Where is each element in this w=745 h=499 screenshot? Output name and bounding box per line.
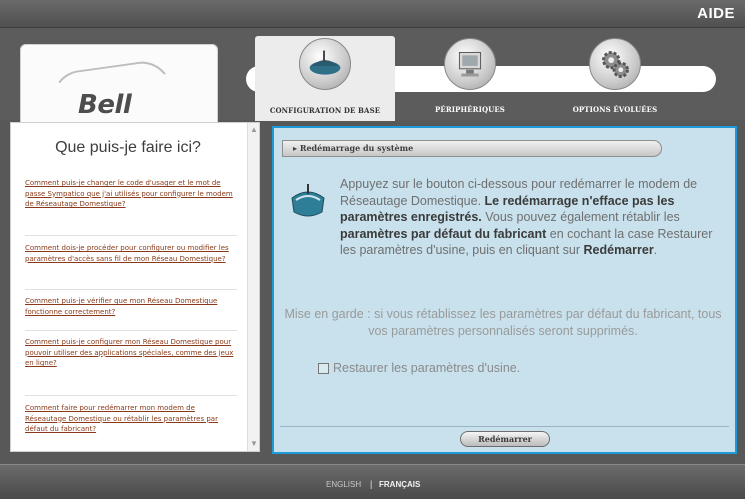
gears-icon — [589, 38, 641, 90]
desc-text: . — [653, 243, 658, 257]
tab-label: CONFIGURATION DE BASE — [269, 106, 381, 115]
tab-peripheriques[interactable]: PÉRIPHÉRIQUES — [400, 36, 540, 120]
faq-link[interactable]: Comment puis-je vérifier que mon Réseau … — [25, 296, 237, 317]
tab-configuration-de-base[interactable]: CONFIGURATION DE BASE — [255, 36, 395, 121]
monitor-icon — [444, 38, 496, 90]
language-separator: | — [370, 479, 373, 489]
footer: ENGLISH | FRANÇAIS — [0, 464, 745, 499]
faq-link[interactable]: Comment puis-je changer le code d'usager… — [25, 178, 237, 210]
help-sidebar: Que puis-je faire ici? Comment puis-je c… — [10, 122, 260, 452]
faq-link[interactable]: Comment dois-je procéder pour configurer… — [25, 243, 237, 264]
faq-link[interactable]: Comment puis-je configurer mon Réseau Do… — [25, 337, 237, 369]
desc-bold: Redémarrer — [583, 243, 654, 257]
help-link[interactable]: AIDE — [697, 5, 735, 22]
router-icon — [288, 182, 328, 222]
sidebar-title: Que puis-je faire ici? — [55, 139, 201, 156]
app-window: AIDE Bell CONFIGURATION DE BASE PÉRIPHÉR… — [0, 0, 745, 499]
restart-button[interactable]: Redémarrer — [460, 431, 550, 447]
logo-text: Bell — [78, 90, 132, 120]
divider — [25, 395, 237, 396]
tab-options-evoluees[interactable]: OPTIONS ÉVOLUÉES — [545, 36, 685, 120]
restore-factory-checkbox-row[interactable]: Restaurer les paramètres d'usine. — [318, 360, 520, 376]
divider — [25, 289, 237, 290]
section-header: ▸ Redémarrage du système — [282, 140, 662, 157]
section-title: ▸ Redémarrage du système — [293, 143, 414, 153]
scroll-up-arrow-icon[interactable]: ▲ — [248, 123, 259, 137]
restart-panel: ▸ Redémarrage du système Appuyez sur le … — [272, 126, 737, 454]
tab-label: OPTIONS ÉVOLUÉES — [572, 105, 658, 114]
top-bar: AIDE — [0, 0, 745, 28]
restore-factory-label: Restaurer les paramètres d'usine. — [333, 361, 521, 375]
faq-link[interactable]: Comment faire pour redémarrer mon modem … — [25, 403, 237, 435]
language-english-link[interactable]: ENGLISH — [326, 480, 361, 489]
desc-bold: paramètres par défaut du fabricant — [340, 226, 547, 241]
divider — [25, 235, 237, 236]
tab-label: PÉRIPHÉRIQUES — [435, 105, 505, 114]
divider — [280, 426, 729, 427]
section-title-text: Redémarrage du système — [299, 143, 414, 153]
desc-text: Vous pouvez également rétablir les — [481, 210, 680, 224]
divider — [25, 330, 237, 331]
scroll-down-arrow-icon[interactable]: ▼ — [248, 437, 259, 451]
restore-factory-checkbox[interactable] — [318, 362, 329, 374]
restart-description: Appuyez sur le bouton ci-dessous pour re… — [340, 176, 720, 259]
language-french-link[interactable]: FRANÇAIS — [379, 480, 420, 489]
warning-text: Mise en garde : si vous rétablissez les … — [284, 307, 722, 338]
router-icon — [299, 38, 351, 90]
header: Bell CONFIGURATION DE BASE PÉRIPHÉRIQUES… — [0, 28, 745, 136]
sidebar-scrollbar[interactable]: ▲ ▼ — [247, 123, 259, 451]
